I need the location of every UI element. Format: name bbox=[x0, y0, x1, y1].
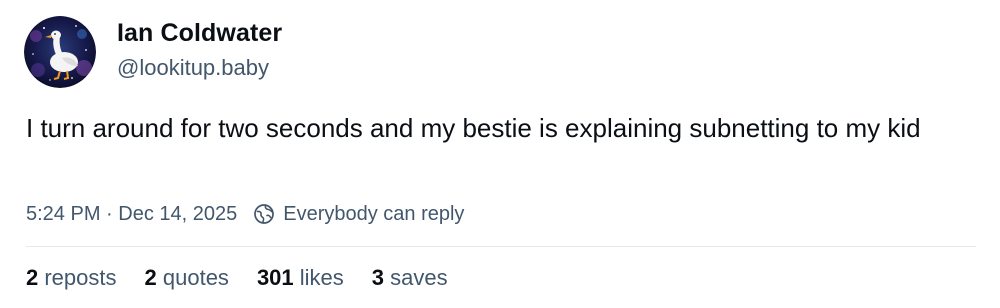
likes-label: likes bbox=[299, 265, 344, 290]
reply-setting[interactable]: Everybody can reply bbox=[283, 203, 464, 226]
author-handle[interactable]: @lookitup.baby bbox=[117, 55, 269, 81]
post-meta: 5:24 PM · Dec 14, 2025 Everybody can rep… bbox=[26, 200, 464, 228]
saves-count: 3 bbox=[371, 265, 391, 290]
quotes-label: quotes bbox=[162, 265, 229, 290]
post-timestamp[interactable]: 5:24 PM · Dec 14, 2025 bbox=[26, 203, 237, 226]
author-display-name[interactable]: Ian Coldwater bbox=[117, 19, 282, 48]
likes-stat[interactable]: 301 likes bbox=[257, 265, 344, 291]
post-text: I turn around for two seconds and my bes… bbox=[26, 113, 921, 143]
likes-count: 301 bbox=[256, 265, 300, 290]
globe-icon bbox=[253, 203, 275, 225]
post-card: Ian Coldwater @lookitup.baby I turn arou… bbox=[0, 0, 1000, 308]
engagement-stats: 2 reposts 2 quotes 301 likes 3 saves bbox=[26, 265, 476, 291]
saves-label: saves bbox=[390, 265, 448, 290]
goose-avatar-icon bbox=[24, 16, 96, 88]
saves-stat[interactable]: 3 saves bbox=[372, 265, 448, 291]
avatar[interactable] bbox=[24, 16, 96, 88]
quotes-stat[interactable]: 2 quotes bbox=[145, 265, 229, 291]
reposts-label: reposts bbox=[44, 265, 117, 290]
reposts-count: 2 bbox=[26, 265, 45, 290]
divider bbox=[26, 246, 976, 247]
quotes-count: 2 bbox=[144, 265, 163, 290]
reposts-stat[interactable]: 2 reposts bbox=[26, 265, 117, 291]
